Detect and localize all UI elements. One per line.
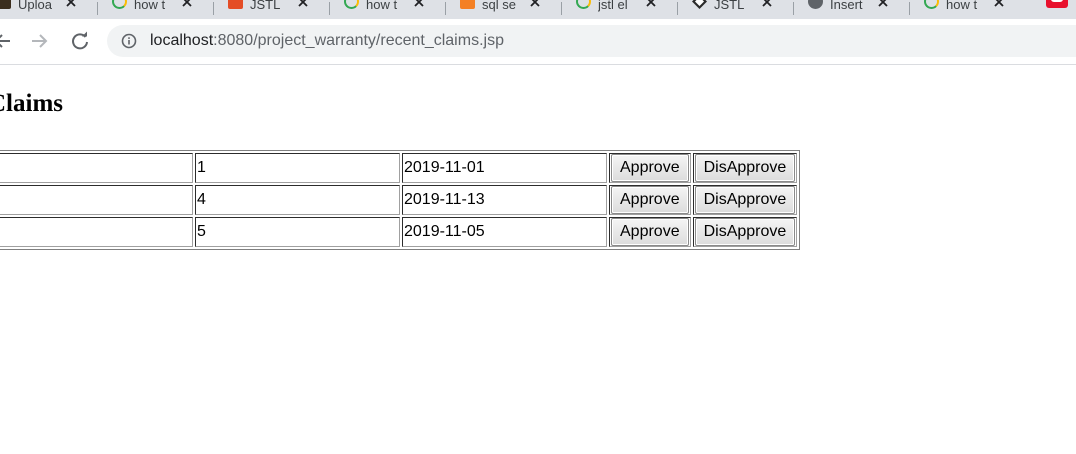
approve-button[interactable]: Approve xyxy=(611,218,689,246)
table-row: 5 2019-11-05 Approve DisApprove xyxy=(0,217,798,247)
action-cell: DisApprove xyxy=(692,217,798,247)
approve-button[interactable]: Approve xyxy=(611,154,689,182)
google-favicon-icon xyxy=(112,0,127,9)
upload-favicon-icon xyxy=(0,0,11,9)
browser-tab[interactable]: how t xyxy=(330,0,446,17)
forward-arrow-icon[interactable] xyxy=(27,28,53,54)
table-row: 4 2019-11-13 Approve DisApprove xyxy=(0,185,798,215)
tab-title: how t xyxy=(946,0,978,12)
url-host: localhost xyxy=(150,32,214,49)
html5-favicon-icon xyxy=(228,0,243,9)
browser-tab[interactable]: JSTL xyxy=(214,0,330,17)
google-favicon-icon xyxy=(344,0,359,9)
url-text: localhost:8080/project_warranty/recent_c… xyxy=(150,25,504,57)
close-icon[interactable] xyxy=(296,0,310,9)
browser-tab[interactable]: how t xyxy=(910,0,1026,17)
tab-title: JSTL xyxy=(250,0,281,12)
approve-button[interactable]: Approve xyxy=(611,186,689,214)
close-icon[interactable] xyxy=(760,0,774,9)
tab-title: sql se xyxy=(482,0,516,12)
info-icon[interactable] xyxy=(121,33,137,49)
tab-title: how t xyxy=(134,0,166,12)
browser-tab[interactable]: jstl el xyxy=(562,0,678,17)
close-icon[interactable] xyxy=(180,0,194,9)
browser-tab[interactable]: Uploa xyxy=(0,0,98,17)
tab-title: how t xyxy=(366,0,398,12)
table-cell: 4 xyxy=(195,185,400,215)
page-title: Claims xyxy=(0,90,63,117)
action-cell: Approve xyxy=(609,185,691,215)
close-icon[interactable] xyxy=(644,0,658,9)
browser-tab[interactable]: JSTL xyxy=(678,0,794,17)
reload-icon[interactable] xyxy=(67,28,93,54)
disapprove-button[interactable]: DisApprove xyxy=(694,218,796,246)
table-cell xyxy=(0,185,193,215)
table-row: 1 2019-11-01 Approve DisApprove xyxy=(0,153,798,183)
globe-favicon-icon xyxy=(808,0,823,9)
url-path: :8080/project_warranty/recent_claims.jsp xyxy=(213,32,504,49)
google-favicon-icon xyxy=(576,0,591,9)
action-cell: Approve xyxy=(609,217,691,247)
action-cell: DisApprove xyxy=(692,153,798,183)
action-cell: Approve xyxy=(609,153,691,183)
close-icon[interactable] xyxy=(528,0,542,9)
address-bar[interactable]: localhost:8080/project_warranty/recent_c… xyxy=(107,25,1076,57)
back-arrow-icon[interactable] xyxy=(0,28,16,54)
browser-tab[interactable]: sql se xyxy=(446,0,562,17)
close-icon[interactable] xyxy=(876,0,890,9)
close-icon[interactable] xyxy=(64,0,78,9)
date-cell: 2019-11-05 xyxy=(402,217,607,247)
diamond-favicon-icon xyxy=(692,0,707,9)
tab-title: JSTL xyxy=(714,0,745,12)
table-cell: 1 xyxy=(195,153,400,183)
close-icon[interactable] xyxy=(412,0,426,9)
disapprove-button[interactable]: DisApprove xyxy=(694,186,796,214)
google-favicon-icon xyxy=(924,0,939,9)
action-cell: DisApprove xyxy=(692,185,798,215)
tab-title: Insert xyxy=(830,0,863,12)
tab-title: Uploa xyxy=(18,0,52,12)
tab-strip: Uploa how t JSTL how t sql se jstl el JS… xyxy=(0,0,1076,19)
browser-toolbar: localhost:8080/project_warranty/recent_c… xyxy=(0,19,1076,65)
date-cell: 2019-11-13 xyxy=(402,185,607,215)
new-tab-icon[interactable] xyxy=(1046,0,1068,8)
stackexchange-favicon-icon xyxy=(460,0,475,9)
table-cell: 5 xyxy=(195,217,400,247)
table-cell xyxy=(0,217,193,247)
close-icon[interactable] xyxy=(992,0,1006,9)
disapprove-button[interactable]: DisApprove xyxy=(694,154,796,182)
browser-tab[interactable]: how t xyxy=(98,0,214,17)
date-cell: 2019-11-01 xyxy=(402,153,607,183)
tab-title: jstl el xyxy=(598,0,628,12)
browser-tab[interactable]: Insert xyxy=(794,0,910,17)
claims-table: 1 2019-11-01 Approve DisApprove 4 2019-1… xyxy=(0,150,801,250)
table-cell xyxy=(0,153,193,183)
